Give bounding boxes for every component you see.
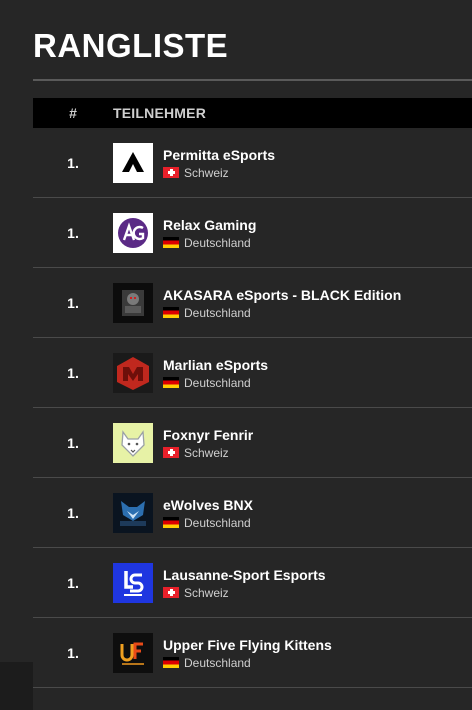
rank-cell: 1. — [67, 364, 79, 381]
rank-cell: 1. — [67, 224, 79, 241]
rank-cell: 1. — [67, 154, 79, 171]
country-label: Schweiz — [184, 445, 229, 460]
country-label: Deutschland — [184, 235, 251, 250]
table-row[interactable]: 1. AKASARA eSports - BLACK Edition Deuts… — [33, 268, 472, 338]
table-row[interactable]: 1. Permitta eSports Schweiz — [33, 128, 472, 198]
akasara-logo-icon — [113, 282, 153, 323]
swiss-flag-icon — [163, 167, 179, 178]
table-header: # TEILNEHMER — [33, 98, 472, 128]
table-row[interactable]: 1. Upper Five Flying Kittens Deutschland — [33, 618, 472, 688]
rank-cell: 1. — [67, 504, 79, 521]
country-label: Deutschland — [184, 375, 251, 390]
ewolves-logo-icon — [113, 492, 153, 533]
german-flag-icon — [163, 307, 179, 318]
title-divider — [33, 79, 472, 81]
participant-column-header: TEILNEHMER — [113, 105, 206, 121]
ranking-list: 1. Permitta eSports Schweiz 1. Relax Gam… — [33, 128, 472, 688]
country-label: Schweiz — [184, 585, 229, 600]
rank-cell: 1. — [67, 644, 79, 661]
permitta-logo-icon — [113, 142, 153, 183]
country-label: Deutschland — [184, 515, 251, 530]
lausanne-sport-logo-icon — [113, 562, 153, 603]
page-title: RANGLISTE — [33, 27, 229, 64]
rank-cell: 1. — [67, 434, 79, 451]
fenrir-wolf-logo-icon — [113, 422, 153, 463]
country-label: Deutschland — [184, 655, 251, 670]
upper-five-logo-icon — [113, 632, 153, 673]
marlian-logo-icon — [113, 352, 153, 393]
country-label: Deutschland — [184, 305, 251, 320]
table-row[interactable]: 1. Lausanne-Sport Esports Schweiz — [33, 548, 472, 618]
german-flag-icon — [163, 237, 179, 248]
participant-name[interactable]: Upper Five Flying Kittens — [163, 636, 332, 654]
swiss-flag-icon — [163, 447, 179, 458]
participant-name[interactable]: Marlian eSports — [163, 356, 268, 374]
relax-gaming-logo-icon — [113, 212, 153, 253]
rank-column-header: # — [69, 105, 77, 121]
table-row[interactable]: 1. Marlian eSports Deutschland — [33, 338, 472, 408]
german-flag-icon — [163, 377, 179, 388]
sidebar-edge — [0, 662, 33, 710]
participant-name[interactable]: Permitta eSports — [163, 146, 275, 164]
table-row[interactable]: 1. eWolves BNX Deutschland — [33, 478, 472, 548]
participant-name[interactable]: eWolves BNX — [163, 496, 253, 514]
participant-name[interactable]: Foxnyr Fenrir — [163, 426, 253, 444]
german-flag-icon — [163, 657, 179, 668]
table-row[interactable]: 1. Relax Gaming Deutschland — [33, 198, 472, 268]
rank-cell: 1. — [67, 294, 79, 311]
german-flag-icon — [163, 517, 179, 528]
rank-cell: 1. — [67, 574, 79, 591]
participant-name[interactable]: AKASARA eSports - BLACK Edition — [163, 286, 401, 304]
swiss-flag-icon — [163, 587, 179, 598]
participant-name[interactable]: Relax Gaming — [163, 216, 256, 234]
participant-name[interactable]: Lausanne-Sport Esports — [163, 566, 326, 584]
table-row[interactable]: 1. Foxnyr Fenrir Schweiz — [33, 408, 472, 478]
country-label: Schweiz — [184, 165, 229, 180]
